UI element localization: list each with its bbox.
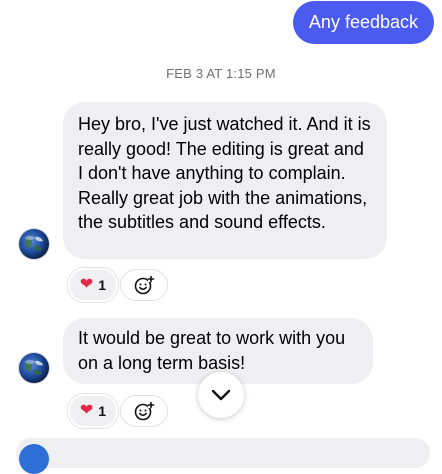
next-message-bubble[interactable] <box>16 438 430 468</box>
chevron-down-icon <box>211 389 231 401</box>
received-message-bubble[interactable]: Hey bro, I've just watched it. And it is… <box>63 102 387 259</box>
scroll-to-bottom-button[interactable] <box>198 372 244 418</box>
avatar[interactable] <box>19 353 49 383</box>
earth-globe-icon <box>25 360 43 376</box>
reaction-pill[interactable]: ❤ 1 <box>68 268 118 302</box>
sent-message-bubble[interactable]: Any feedback <box>292 1 434 44</box>
reaction-count: 1 <box>98 277 107 293</box>
add-reaction-button[interactable] <box>120 395 168 427</box>
reaction-pill[interactable]: ❤ 1 <box>68 394 118 428</box>
avatar[interactable] <box>19 229 49 259</box>
heart-icon: ❤ <box>79 276 94 293</box>
reaction-count: 1 <box>98 403 107 419</box>
add-emoji-icon <box>134 275 155 295</box>
add-reaction-button[interactable] <box>120 269 168 301</box>
timestamp-divider: FEB 3 AT 1:15 PM <box>166 66 276 81</box>
earth-globe-icon <box>25 236 43 252</box>
heart-icon: ❤ <box>79 402 94 419</box>
add-emoji-icon <box>134 401 155 421</box>
